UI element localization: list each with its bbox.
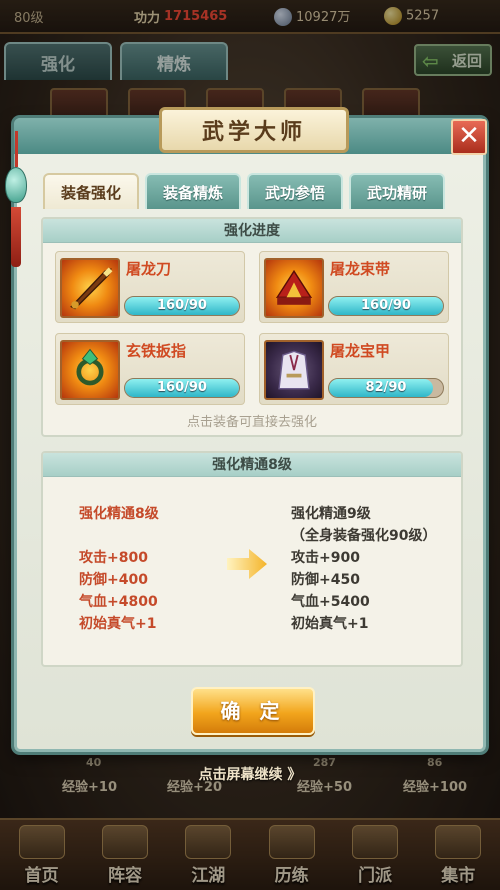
upgrade-arrow-icon bbox=[227, 549, 267, 579]
tab-skill-comprehend[interactable]: 武功参悟 bbox=[247, 173, 343, 209]
close-button[interactable]: ✕ bbox=[451, 119, 487, 155]
tap-to-continue[interactable]: 点击屏幕继续 》 bbox=[0, 764, 500, 784]
dialog-tabs: 装备强化 装备精炼 武功参悟 武功精研 bbox=[43, 173, 463, 211]
equip-slot-blade[interactable]: 屠龙刀 160/90 bbox=[55, 251, 245, 323]
strengthen-hint: 点击装备可直接去强化 bbox=[186, 415, 317, 430]
progress-bar: 160/90 bbox=[124, 296, 240, 316]
confirm-button[interactable]: 确 定 bbox=[191, 687, 315, 735]
panel-title: 强化精通8级 bbox=[43, 453, 461, 477]
next-mastery-title: 强化精通9级 bbox=[291, 506, 371, 522]
gourd-tassel-decoration bbox=[5, 131, 29, 271]
equip-name: 屠龙束带 bbox=[330, 260, 391, 278]
progress-text: 82/90 bbox=[365, 380, 407, 395]
tab-equip-strengthen[interactable]: 装备强化 bbox=[43, 173, 139, 209]
equip-slot-armor[interactable]: 屠龙宝甲 82/90 bbox=[259, 333, 449, 405]
panel-title: 强化进度 bbox=[43, 219, 461, 243]
next-defense: 防御+450 bbox=[291, 572, 360, 588]
current-qi: 初始真气+1 bbox=[79, 616, 157, 632]
equip-name: 玄铁扳指 bbox=[126, 342, 187, 360]
equip-slot-ring[interactable]: 玄铁扳指 160/90 bbox=[55, 333, 245, 405]
master-dialog: 武学大师 ✕ 装备强化 装备精炼 武功参悟 武功精研 强化进度 屠龙刀 160/… bbox=[5, 107, 487, 752]
progress-text: 160/90 bbox=[157, 298, 207, 313]
mastery-panel: 强化精通8级 强化精通8级 攻击+800 防御+400 气血+4800 初始真气… bbox=[41, 451, 463, 667]
dialog-title: 武学大师 bbox=[159, 107, 349, 153]
current-mastery: 强化精通8级 攻击+800 防御+400 气血+4800 初始真气+1 bbox=[79, 503, 159, 635]
progress-text: 160/90 bbox=[157, 380, 207, 395]
equip-slot-belt[interactable]: 屠龙束带 160/90 bbox=[259, 251, 449, 323]
dragon-blade-icon bbox=[60, 258, 120, 318]
progress-bar: 160/90 bbox=[328, 296, 444, 316]
progress-bar: 82/90 bbox=[328, 378, 444, 398]
current-mastery-title: 强化精通8级 bbox=[79, 506, 159, 522]
progress-bar: 160/90 bbox=[124, 378, 240, 398]
next-hp: 气血+5400 bbox=[291, 594, 370, 610]
equip-name: 屠龙刀 bbox=[126, 260, 172, 278]
current-defense: 防御+400 bbox=[79, 572, 148, 588]
progress-text: 160/90 bbox=[361, 298, 411, 313]
strengthen-progress-panel: 强化进度 屠龙刀 160/90 屠龙束带 160/90 玄铁扳指 160/90 … bbox=[41, 217, 463, 437]
next-qi: 初始真气+1 bbox=[291, 616, 369, 632]
current-attack: 攻击+800 bbox=[79, 550, 148, 566]
tab-skill-research[interactable]: 武功精研 bbox=[349, 173, 445, 209]
next-attack: 攻击+900 bbox=[291, 550, 360, 566]
next-mastery: 强化精通9级 （全身装备强化90级） 攻击+900 防御+450 气血+5400… bbox=[291, 503, 436, 635]
next-mastery-condition: （全身装备强化90级） bbox=[291, 528, 437, 544]
equipment-grid: 屠龙刀 160/90 屠龙束带 160/90 玄铁扳指 160/90 屠龙宝甲 … bbox=[55, 251, 453, 405]
tab-equip-refine[interactable]: 装备精炼 bbox=[145, 173, 241, 209]
iron-ring-icon bbox=[60, 340, 120, 400]
dragon-belt-icon bbox=[264, 258, 324, 318]
dragon-armor-icon bbox=[264, 340, 324, 400]
equip-name: 屠龙宝甲 bbox=[330, 342, 391, 360]
current-hp: 气血+4800 bbox=[79, 594, 158, 610]
